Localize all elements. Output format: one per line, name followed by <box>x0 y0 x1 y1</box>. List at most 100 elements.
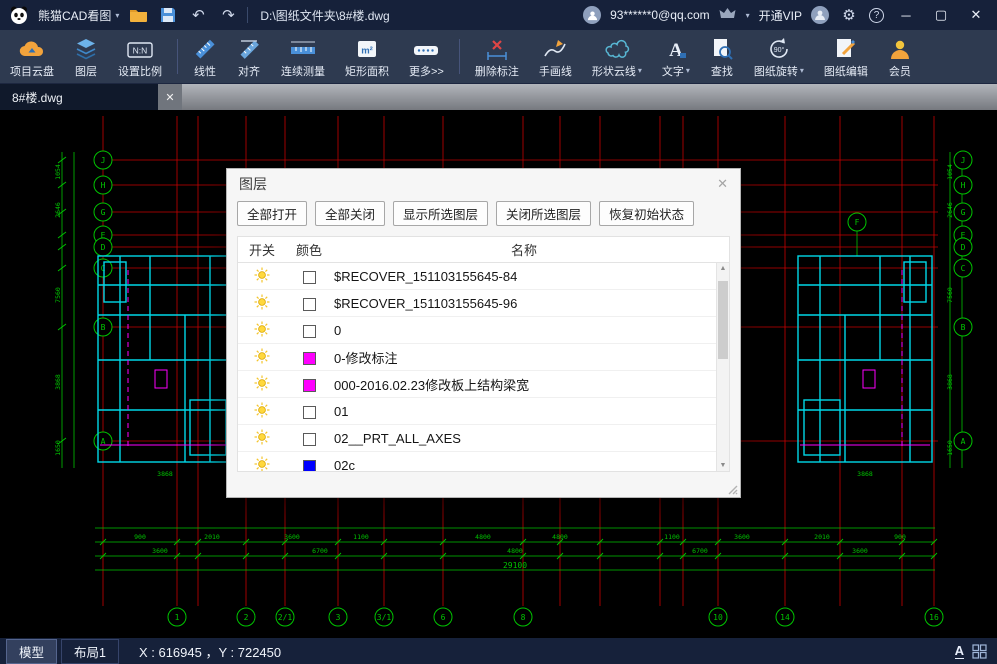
layer-table-header: 开关 颜色 名称 <box>238 237 729 263</box>
undo-button[interactable]: ↶ <box>187 4 209 26</box>
settings-gear-icon[interactable]: ⚙ <box>838 4 860 26</box>
toolbar-project-cloud[interactable]: 项目云盘 <box>0 30 64 83</box>
layer-row[interactable]: 0-修改标注 <box>238 344 729 371</box>
open-all-layers-button[interactable]: 全部打开 <box>237 201 307 226</box>
svg-text:B: B <box>101 323 106 332</box>
layer-on-toggle[interactable] <box>238 375 286 394</box>
dialog-close-icon[interactable]: ✕ <box>717 176 728 192</box>
svg-text:3600: 3600 <box>734 533 750 541</box>
open-file-button[interactable] <box>127 4 149 26</box>
layer-on-toggle[interactable] <box>238 294 286 313</box>
svg-text:3600: 3600 <box>152 547 168 555</box>
layer-color-cell[interactable] <box>286 376 332 391</box>
floorplan-right-unit <box>798 256 932 462</box>
title-bar: 熊猫CAD看图 ▾ ↶ ↷ D:\图纸文件夹\8#楼.dwg 93******0… <box>0 0 997 30</box>
chevron-down-icon: ▾ <box>638 66 642 75</box>
account-email[interactable]: 93******0@qq.com <box>610 8 710 22</box>
toolbar-freehand-line[interactable]: 手画线 <box>529 30 582 83</box>
svg-text:29100: 29100 <box>503 561 527 570</box>
open-vip-button[interactable]: 开通VIP <box>759 7 802 24</box>
scrollbar-thumb[interactable] <box>718 281 728 359</box>
svg-text:J: J <box>101 156 106 165</box>
grid-toggle-icon[interactable] <box>972 644 987 659</box>
redo-button[interactable]: ↷ <box>217 4 239 26</box>
minimize-button[interactable]: ─ <box>893 2 919 28</box>
svg-text:1650: 1650 <box>54 440 62 456</box>
close-button[interactable]: ✕ <box>963 2 989 28</box>
maximize-button[interactable]: ▢ <box>928 2 954 28</box>
layer-color-cell[interactable] <box>286 430 332 445</box>
dialog-resize-grip[interactable] <box>726 483 738 495</box>
toolbar-delete-annotation[interactable]: 删除标注 <box>465 30 529 83</box>
toolbar-edit-drawing[interactable]: 图纸编辑 <box>814 30 878 83</box>
main-toolbar: 项目云盘 图层 N:N 设置比例 线性 对齐 连续测量 m² 矩形面积 更多>>… <box>0 30 997 84</box>
text-style-icon[interactable]: A <box>955 643 964 659</box>
app-title: 熊猫CAD看图 <box>38 7 111 24</box>
layer-row[interactable]: 02c <box>238 452 729 471</box>
show-selected-layers-button[interactable]: 显示所选图层 <box>393 201 488 226</box>
layer-color-cell[interactable] <box>286 403 332 418</box>
layer-name: $RECOVER_151103155645-84 <box>332 269 716 284</box>
svg-text:H: H <box>961 181 966 190</box>
continuous-measure-icon <box>290 35 316 61</box>
toolbar-find[interactable]: 查找 <box>700 30 744 83</box>
app-menu[interactable]: 熊猫CAD看图 ▾ <box>38 7 119 24</box>
svg-text:6700: 6700 <box>312 547 328 555</box>
column-name: 名称 <box>332 240 716 259</box>
svg-text:3/1: 3/1 <box>377 613 392 622</box>
layer-on-toggle[interactable] <box>238 267 286 286</box>
toolbar-layers[interactable]: 图层 <box>64 30 108 83</box>
scroll-down-icon[interactable]: ▼ <box>720 462 727 469</box>
chevron-down-icon: ▾ <box>746 11 750 20</box>
svg-text:2/1: 2/1 <box>278 613 293 622</box>
layer-on-toggle[interactable] <box>238 456 286 472</box>
layer-row[interactable]: 000-2016.02.23修改板上结构梁宽 <box>238 371 729 398</box>
bulb-on-icon <box>254 429 270 445</box>
layer-color-cell[interactable] <box>286 295 332 310</box>
layer-on-toggle[interactable] <box>238 348 286 367</box>
toolbar-rect-area[interactable]: m² 矩形面积 <box>335 30 399 83</box>
layer-color-cell[interactable] <box>286 268 332 283</box>
toolbar-more[interactable]: 更多>> <box>399 30 454 83</box>
layer-row[interactable]: $RECOVER_151103155645-96 <box>238 290 729 317</box>
layer-row[interactable]: 0 <box>238 317 729 344</box>
layer-name: 02c <box>332 458 716 472</box>
save-button[interactable] <box>157 4 179 26</box>
layer-row[interactable]: $RECOVER_151103155645-84 <box>238 263 729 290</box>
close-all-layers-button[interactable]: 全部关闭 <box>315 201 385 226</box>
vip-badge-icon[interactable] <box>719 7 737 23</box>
layer-row[interactable]: 02__PRT_ALL_AXES <box>238 425 729 452</box>
close-selected-layers-button[interactable]: 关闭所选图层 <box>496 201 591 226</box>
layer-on-toggle[interactable] <box>238 321 286 340</box>
chevron-down-icon: ▾ <box>686 66 690 75</box>
toolbar-align-dim[interactable]: 对齐 <box>227 30 271 83</box>
layer-color-swatch <box>303 379 316 392</box>
layer-color-cell[interactable] <box>286 322 332 337</box>
layer-on-toggle[interactable] <box>238 402 286 421</box>
user-avatar[interactable] <box>811 6 829 24</box>
toolbar-member[interactable]: 会员 <box>878 30 922 83</box>
model-tab[interactable]: 模型 <box>6 639 57 664</box>
toolbar-rotate-drawing[interactable]: 90° 图纸旋转▾ <box>744 30 814 83</box>
toolbar-continuous-measure[interactable]: 连续测量 <box>271 30 335 83</box>
tab-close-icon[interactable]: ✕ <box>158 84 182 110</box>
toolbar-linear-dim[interactable]: 线性 <box>183 30 227 83</box>
toolbar-separator <box>459 39 460 74</box>
layer-color-swatch <box>303 352 316 365</box>
layer-on-toggle[interactable] <box>238 429 286 448</box>
layer-color-cell[interactable] <box>286 457 332 471</box>
tab-drawing[interactable]: 8#楼.dwg <box>0 84 158 110</box>
svg-text:F: F <box>855 218 860 227</box>
toolbar-text[interactable]: A 文字▾ <box>652 30 700 83</box>
restore-initial-state-button[interactable]: 恢复初始状态 <box>599 201 694 226</box>
toolbar-set-scale[interactable]: N:N 设置比例 <box>108 30 172 83</box>
layer-row[interactable]: 01 <box>238 398 729 425</box>
help-icon[interactable]: ? <box>869 8 884 23</box>
layer-color-cell[interactable] <box>286 349 332 364</box>
svg-text:2646: 2646 <box>54 202 62 218</box>
svg-text:3600: 3600 <box>284 533 300 541</box>
toolbar-shape-cloud[interactable]: 形状云线▾ <box>582 30 652 83</box>
scroll-up-icon[interactable]: ▲ <box>720 265 727 272</box>
svg-text:3868: 3868 <box>857 470 873 478</box>
layout1-tab[interactable]: 布局1 <box>61 639 119 664</box>
